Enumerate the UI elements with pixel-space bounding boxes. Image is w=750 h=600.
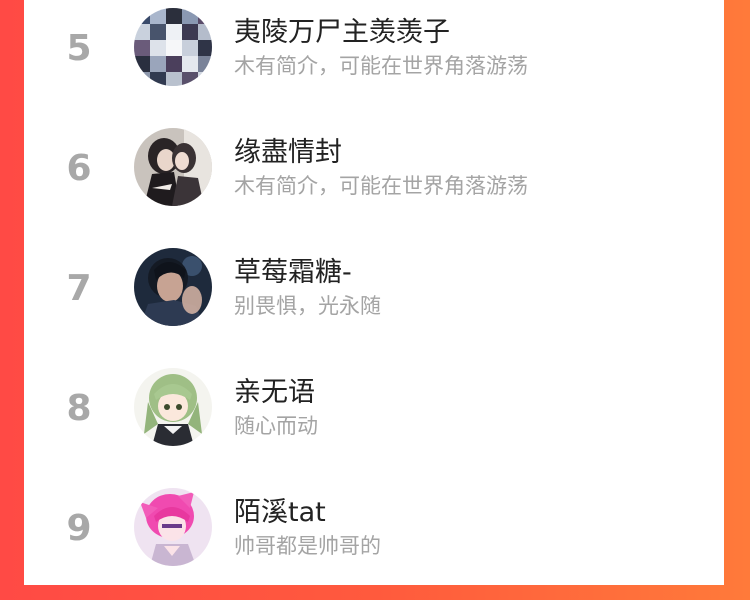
rank-number: 5	[66, 28, 92, 69]
ranking-list-item[interactable]: 9 陌溪tat 帅哥都是帅哥的	[24, 480, 724, 600]
user-bio: 帅哥都是帅哥的	[234, 534, 381, 558]
collage-avatar-icon[interactable]	[134, 8, 212, 86]
user-bio: 木有简介，可能在世界角落游荡	[234, 174, 528, 198]
ranking-list-item[interactable]: 6 缘盡情封 木有简介，可能在世界角落游荡	[24, 120, 724, 240]
user-bio: 木有简介，可能在世界角落游荡	[234, 54, 528, 78]
couple-illustration-avatar-icon[interactable]	[134, 128, 212, 206]
user-bio: 随心而动	[234, 414, 318, 438]
pink-hair-anime-avatar-icon[interactable]	[134, 488, 212, 566]
rank-number: 9	[66, 508, 92, 549]
user-name[interactable]: 亲无语	[234, 370, 315, 409]
green-hair-anime-avatar-icon[interactable]	[134, 368, 212, 446]
rank-number: 7	[66, 268, 92, 309]
rank-number: 6	[66, 148, 92, 189]
user-name[interactable]: 陌溪tat	[234, 490, 326, 529]
user-name[interactable]: 缘盡情封	[234, 130, 342, 169]
dark-hair-man-avatar-icon[interactable]	[134, 248, 212, 326]
rank-number: 8	[66, 388, 92, 429]
user-bio: 别畏惧，光永随	[234, 294, 381, 318]
ranking-list-item[interactable]: 5 夷陵万尸主羡羡子 木有简介，可能在世界角落游荡	[24, 0, 724, 120]
ranking-list-item[interactable]: 7 草莓霜糖- 别畏惧，光永随	[24, 240, 724, 360]
user-name[interactable]: 草莓霜糖-	[234, 250, 352, 289]
user-name[interactable]: 夷陵万尸主羡羡子	[234, 10, 450, 49]
ranking-list-item[interactable]: 8 亲无语 随心而动	[24, 360, 724, 480]
ranking-list-panel: 5 夷陵万尸主羡羡子 木有简介，可能在世界角落游荡 6 缘盡情封 木有简介，可能…	[24, 0, 724, 585]
